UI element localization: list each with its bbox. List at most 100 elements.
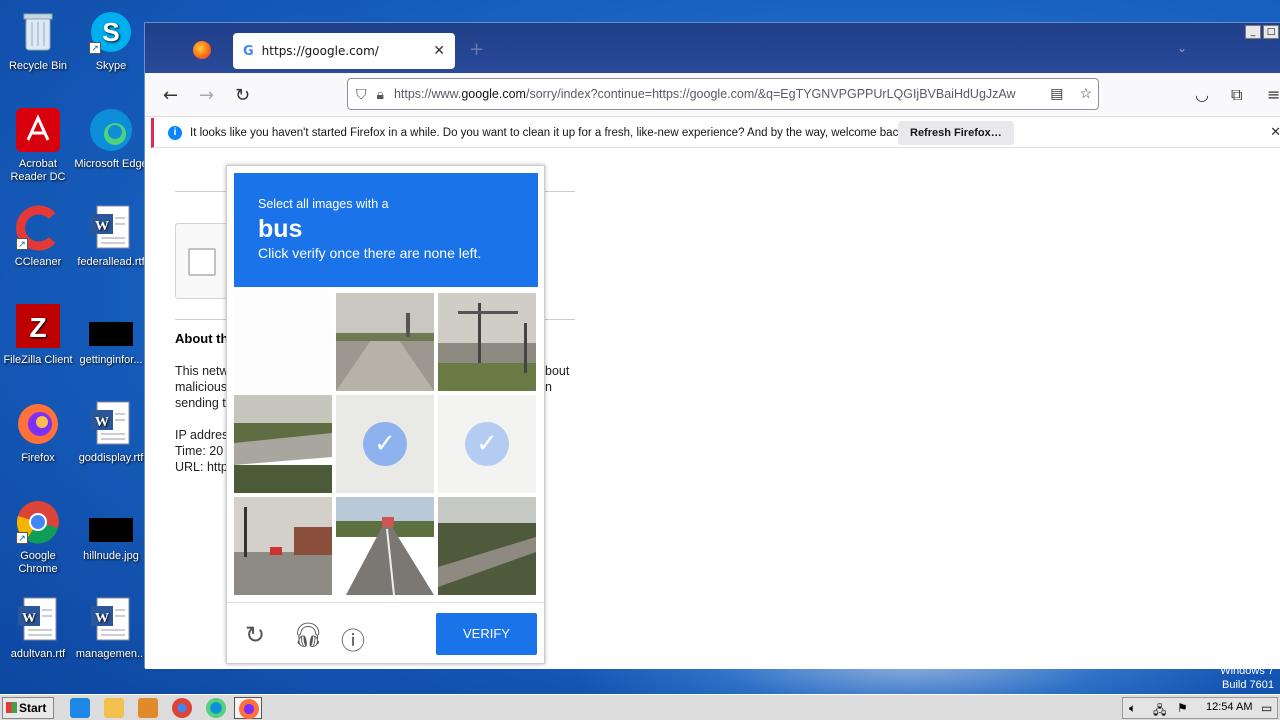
desktop-icon-label: CCleaner (14, 256, 62, 268)
desktop-icon-recycle-bin[interactable]: Recycle Bin (0, 8, 76, 73)
media-player-icon[interactable] (138, 698, 158, 718)
reader-view-icon[interactable]: ▤ (1050, 85, 1063, 102)
image-tile[interactable] (336, 293, 434, 391)
bookmark-star-icon[interactable]: ☆ (1079, 85, 1092, 102)
url-bar[interactable]: ⛉ 🔒︎ https://www. google.com/sorry/index?… (347, 78, 1099, 110)
title-bar: G https://google.com/ ✕ + ⌄ _ □ (145, 23, 1280, 73)
nav-toolbar: ← → ↻ ⛉ 🔒︎ https://www. google.com/sorry/… (145, 73, 1280, 117)
winver-build: Build 7601 (1222, 679, 1274, 691)
about-line: This netw (175, 364, 229, 378)
extensions-icon[interactable]: ⧉ (1231, 85, 1242, 105)
info-icon: i (168, 125, 182, 140)
start-button[interactable]: Start (2, 697, 54, 719)
svg-text:W: W (95, 219, 109, 234)
desktop-icon-label: Google Chrome (18, 550, 58, 575)
about-line: bout (545, 364, 570, 378)
desktop-icon-firefox[interactable]: Firefox (0, 400, 76, 465)
url-domain: google.com (461, 87, 526, 101)
about-line: sending t (175, 396, 226, 410)
svg-text:S: S (102, 17, 119, 47)
image-tile[interactable] (234, 497, 332, 595)
explorer-icon[interactable] (104, 698, 124, 718)
svg-text:W: W (22, 611, 36, 626)
pocket-icon[interactable]: ◡ (1195, 85, 1209, 104)
desktop-icon-label: federallead.rtf (77, 256, 145, 268)
image-tile[interactable] (234, 395, 332, 493)
desktop-icon-federallead[interactable]: W federallead.rtf (73, 204, 149, 269)
recaptcha-checkbox[interactable] (188, 248, 216, 276)
ie-icon[interactable] (70, 698, 90, 718)
desktop-icon-hillnude[interactable]: hillnude.jpg (73, 498, 149, 563)
desktop-icon-label: managemen... (75, 648, 147, 660)
challenge-header: Select all images with a bus Click verif… (234, 173, 538, 287)
image-tile[interactable] (336, 497, 434, 595)
desktop-icon-chrome[interactable]: ↗ Google Chrome (0, 498, 76, 576)
refresh-firefox-button[interactable]: Refresh Firefox… (898, 121, 1014, 145)
url-rest: /sorry/index?continue=https://google.com… (525, 87, 1016, 101)
tab-google[interactable]: G https://google.com/ ✕ (233, 33, 455, 69)
about-text-right: bout n (545, 363, 569, 395)
desktop-icon-label: Firefox (21, 452, 55, 464)
chrome-taskbar-icon[interactable] (172, 698, 192, 718)
close-tab-icon[interactable]: ✕ (433, 43, 445, 59)
filezilla-icon: Z (14, 302, 62, 350)
firefox-taskbar-button[interactable] (234, 697, 262, 719)
desktop-icon-management[interactable]: W managemen... (73, 596, 149, 661)
edge-icon (87, 106, 135, 154)
desktop-icon-acrobat[interactable]: Acrobat Reader DC (0, 106, 76, 184)
show-desktop-icon[interactable]: ▭ (1261, 701, 1272, 715)
lock-icon[interactable]: 🔒︎ (377, 86, 384, 103)
maximize-icon[interactable]: □ (1263, 25, 1279, 39)
image-tile-selected[interactable]: ✓ (438, 395, 536, 493)
edge-taskbar-icon[interactable] (206, 698, 226, 718)
image-tile[interactable] (234, 293, 332, 391)
system-tray: 🔈︎ 🖧︎ ⚑ ▭ (1122, 697, 1278, 719)
chrome-icon: ↗ (14, 498, 62, 546)
audio-challenge-icon[interactable]: 🎧︎ (293, 621, 323, 649)
volume-icon[interactable]: 🔈︎ (1129, 701, 1136, 716)
about-line: n (545, 380, 552, 394)
svg-text:W: W (95, 415, 109, 430)
desktop-icon-label: hillnude.jpg (83, 550, 139, 562)
firefox-view-icon[interactable] (193, 41, 211, 59)
verify-button[interactable]: VERIFY (436, 613, 537, 655)
desktop-icon-skype[interactable]: S ↗ Skype (73, 8, 149, 73)
about-line: malicious (175, 380, 228, 394)
back-icon[interactable]: ← (163, 85, 178, 106)
clock[interactable]: 12:54 AM (1206, 701, 1252, 713)
word-doc-icon: W (87, 596, 135, 644)
anyrun-watermark: ANY▷RUN (1038, 617, 1275, 666)
desktop-icon-label: adultvan.rtf (10, 648, 66, 660)
menu-icon[interactable]: ≡ (1267, 85, 1280, 104)
help-info-icon[interactable]: ⓘ (341, 621, 365, 656)
network-icon[interactable]: 🖧︎ (1153, 701, 1166, 720)
notification-bar: i It looks like you haven't started Fire… (151, 118, 1280, 148)
reload-challenge-icon[interactable]: ↻ (245, 621, 265, 649)
desktop-icon-label: Recycle Bin (8, 60, 68, 72)
desktop-icon-filezilla[interactable]: Z FileZilla Client (0, 302, 76, 367)
desktop-icon-ccleaner[interactable]: ↗ CCleaner (0, 204, 76, 269)
recycle-bin-icon (14, 8, 62, 56)
shortcut-arrow-icon: ↗ (16, 532, 28, 544)
google-favicon-icon: G (243, 43, 254, 59)
desktop-icon-label: Skype (95, 60, 127, 72)
forward-icon[interactable]: → (199, 85, 214, 106)
close-notification-icon[interactable]: ✕ (1270, 124, 1280, 140)
desktop-icon-edge[interactable]: Microsoft Edge (73, 106, 149, 171)
new-tab-icon[interactable]: + (469, 39, 484, 60)
reload-icon[interactable]: ↻ (235, 85, 250, 106)
desktop-icon-gettinginfo[interactable]: gettinginfor... (73, 302, 149, 367)
image-tile[interactable] (438, 497, 536, 595)
image-tile[interactable] (438, 293, 536, 391)
action-center-flag-icon[interactable]: ⚑ (1177, 701, 1188, 715)
desktop-icon-goddisplay[interactable]: W goddisplay.rtf (73, 400, 149, 465)
desktop-icon-adultvan[interactable]: W adultvan.rtf (0, 596, 76, 661)
image-grid: ✓ ✓ (234, 293, 538, 597)
image-tile-selected[interactable]: ✓ (336, 395, 434, 493)
list-all-tabs-icon[interactable]: ⌄ (1177, 41, 1187, 55)
black-file-icon (87, 498, 135, 546)
skype-icon: S ↗ (87, 8, 135, 56)
minimize-icon[interactable]: _ (1245, 25, 1261, 39)
shield-icon[interactable]: ⛉ (356, 86, 367, 103)
about-spacer (175, 411, 229, 427)
